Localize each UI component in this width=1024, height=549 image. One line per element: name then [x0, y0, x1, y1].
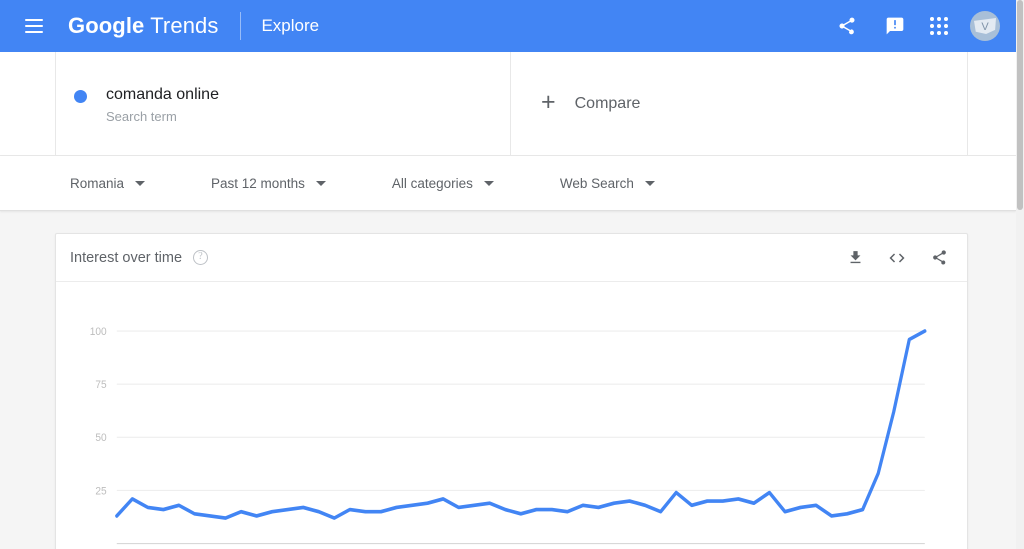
header-actions: V: [834, 11, 1000, 41]
svg-text:75: 75: [95, 379, 106, 392]
chevron-down-icon: [315, 180, 326, 186]
search-term-card[interactable]: comanda online Search term: [55, 52, 511, 155]
page-content: comanda online Search term + Compare Rom…: [0, 52, 1016, 549]
filter-category[interactable]: All categories: [392, 176, 494, 191]
filter-category-label: All categories: [391, 175, 473, 191]
chevron-down-icon: [135, 180, 146, 186]
header-divider: [240, 12, 242, 40]
card-actions: [845, 248, 949, 268]
filter-time-range[interactable]: Past 12 months: [211, 176, 326, 191]
share-icon[interactable]: [834, 13, 860, 39]
google-trends-logo[interactable]: Google Trends: [68, 13, 218, 39]
filter-location-label: Romania: [70, 175, 125, 191]
embed-code-icon[interactable]: [887, 248, 907, 268]
filter-search-type[interactable]: Web Search: [560, 176, 655, 191]
chart-gridlines: [116, 330, 925, 491]
app-header: Google Trends Explore V: [0, 0, 1016, 52]
apps-grid-icon[interactable]: [930, 17, 948, 35]
plus-icon: +: [541, 88, 556, 116]
filter-time-range-label: Past 12 months: [211, 175, 305, 191]
chevron-down-icon: [483, 180, 494, 186]
page-scrollbar[interactable]: [1016, 0, 1024, 549]
series-color-dot: [74, 90, 87, 103]
interest-over-time-chart[interactable]: 255075100 Apr 7, 2019Aug 4, 2019Dec 1, 2…: [64, 322, 937, 549]
svg-text:25: 25: [95, 485, 106, 498]
filter-location[interactable]: Romania: [70, 175, 146, 191]
chevron-down-icon: [644, 180, 655, 186]
filter-search-type-label: Web Search: [559, 175, 634, 191]
avatar[interactable]: V: [970, 11, 1000, 41]
chart-ytick-labels: 25 50 75 100: [90, 326, 107, 498]
compare-button[interactable]: + Compare: [511, 52, 968, 155]
share-icon[interactable]: [929, 248, 949, 268]
interest-over-time-card: Interest over time ? 25 50 75 100: [55, 233, 968, 549]
explore-nav-item[interactable]: Explore: [261, 16, 319, 36]
query-strip: comanda online Search term + Compare: [0, 52, 1016, 156]
compare-label: Compare: [574, 94, 641, 112]
search-term-text: comanda online: [106, 86, 219, 103]
feedback-icon[interactable]: [882, 13, 908, 39]
brand-trends: Trends: [144, 13, 219, 38]
brand-google: Google: [68, 13, 145, 38]
scrollbar-thumb[interactable]: [1017, 0, 1023, 210]
search-term-type: Search term: [106, 109, 177, 124]
avatar-initial: V: [981, 20, 989, 33]
card-container: Interest over time ? 25 50 75 100: [0, 211, 1016, 549]
hamburger-menu-icon[interactable]: [14, 6, 54, 46]
help-icon[interactable]: ?: [193, 250, 209, 265]
card-header: Interest over time ?: [56, 234, 967, 282]
chart-svg: 255075100 Apr 7, 2019Aug 4, 2019Dec 1, 2…: [90, 326, 927, 545]
download-icon[interactable]: [845, 248, 865, 268]
svg-text:50: 50: [95, 432, 106, 445]
svg-text:100: 100: [90, 326, 107, 339]
filter-bar: Romania Past 12 months All categories We…: [0, 156, 1016, 211]
card-title: Interest over time: [70, 249, 183, 266]
